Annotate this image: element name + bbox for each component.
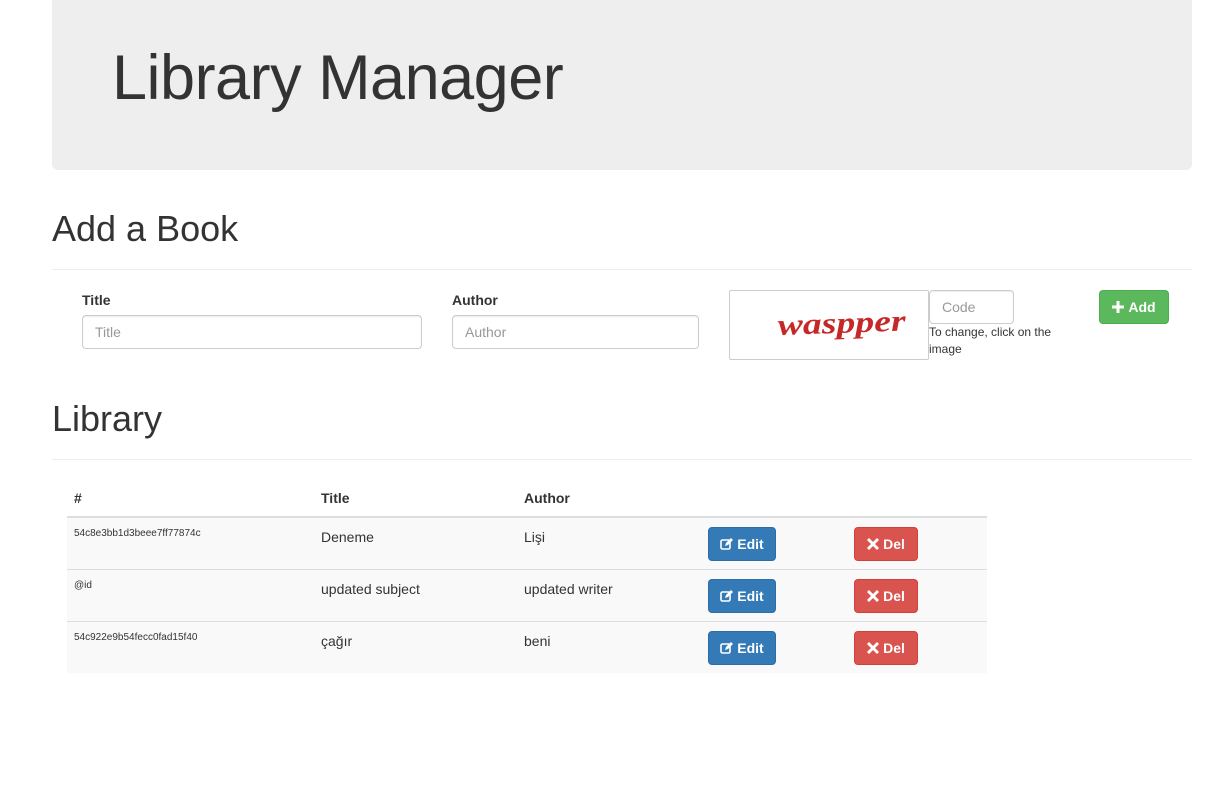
edit-icon [720,589,734,603]
delete-button[interactable]: Del [854,527,918,561]
edit-button-label: Edit [737,536,764,552]
edit-button[interactable]: Edit [708,631,776,665]
delete-button-label: Del [883,588,905,604]
book-title: updated subject [321,581,420,597]
close-icon [867,538,880,550]
divider [52,269,1192,270]
page-title: Library Manager [112,43,564,113]
captcha-help-text: To change, click on the image [929,325,1052,356]
table-row: @id updated subject updated writer Edit … [67,570,987,622]
column-header-id: # [74,490,82,506]
add-button[interactable]: Add [1099,290,1169,324]
edit-button[interactable]: Edit [708,527,776,561]
book-author: beni [524,633,551,649]
title-label: Title [82,292,111,308]
book-title: çağır [321,633,353,649]
edit-icon [720,537,734,551]
close-icon [867,590,880,602]
column-header-title: Title [321,490,350,506]
column-header-author: Author [524,490,570,506]
captcha-image[interactable]: waspper [729,290,929,360]
plus-icon [1112,301,1125,313]
edit-button[interactable]: Edit [708,579,776,613]
delete-button-label: Del [883,536,905,552]
title-input[interactable] [82,315,422,349]
divider [52,459,1192,460]
author-input[interactable] [452,315,699,349]
add-book-heading: Add a Book [52,208,239,249]
book-title: Deneme [321,529,374,545]
close-icon [867,642,880,654]
add-button-label: Add [1128,299,1156,315]
author-label: Author [452,292,498,308]
library-heading: Library [52,398,163,439]
table-row: 54c8e3bb1d3beee7ff77874c Deneme Lişi Edi… [67,518,987,570]
library-table: # Title Author 54c8e3bb1d3beee7ff77874c … [67,480,987,673]
captcha-code-input[interactable] [929,290,1014,324]
edit-button-label: Edit [737,588,764,604]
page-header: Library Manager [52,0,1192,170]
captcha-graphic: waspper [777,305,906,342]
book-author: updated writer [524,581,613,597]
book-author: Lişi [524,529,546,545]
book-id: 54c8e3bb1d3beee7ff77874c [74,528,201,539]
book-id: @id [74,580,92,591]
table-header-row: # Title Author [67,480,987,518]
delete-button-label: Del [883,640,905,656]
delete-button[interactable]: Del [854,579,918,613]
captcha-text: waspper [777,305,906,342]
edit-button-label: Edit [737,640,764,656]
book-id: 54c922e9b54fecc0fad15f40 [74,632,198,643]
edit-icon [720,641,734,655]
table-row: 54c922e9b54fecc0fad15f40 çağır beni Edit… [67,622,987,673]
delete-button[interactable]: Del [854,631,918,665]
